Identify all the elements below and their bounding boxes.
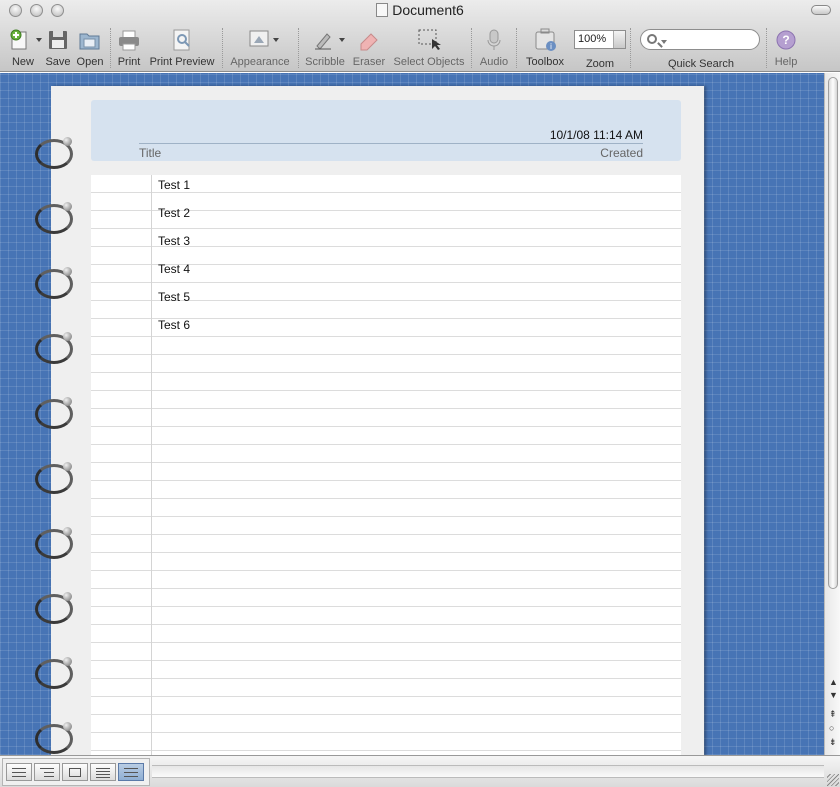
binding-ring bbox=[33, 265, 73, 305]
toolbox-label: Toolbox bbox=[526, 56, 564, 68]
select-objects-label: Select Objects bbox=[393, 56, 465, 68]
note-lines-area[interactable]: Test 1 Test 2 Test 3 Test 4 Test 5 Test … bbox=[91, 175, 681, 755]
window-title: Document6 bbox=[392, 2, 464, 18]
microphone-icon bbox=[476, 26, 512, 54]
binding-ring bbox=[33, 590, 73, 630]
binding-ring bbox=[33, 135, 73, 175]
note-row[interactable]: Test 3 bbox=[158, 234, 190, 248]
appearance-button[interactable]: Appearance bbox=[227, 26, 293, 69]
header-divider bbox=[139, 143, 643, 144]
floppy-disk-icon bbox=[44, 26, 72, 54]
binding-ring bbox=[33, 395, 73, 435]
scroll-down-arrow-icon[interactable]: ▼ bbox=[829, 690, 838, 700]
page-header: 10/1/08 11:14 AM Title Created bbox=[91, 100, 681, 161]
page-down-icon[interactable]: ⇟ bbox=[829, 737, 837, 747]
help-button[interactable]: ? Help bbox=[770, 26, 802, 69]
note-row[interactable]: Test 2 bbox=[158, 206, 190, 220]
window-title-bar: Document6 bbox=[0, 2, 840, 18]
header-created-label: Created bbox=[600, 146, 643, 160]
margin-column-divider bbox=[151, 175, 152, 755]
status-bar bbox=[0, 755, 840, 787]
binding-ring bbox=[33, 655, 73, 695]
new-button[interactable]: New bbox=[8, 26, 42, 69]
eraser-button[interactable]: Eraser bbox=[351, 26, 387, 69]
print-label: Print bbox=[117, 56, 141, 68]
notebook-page: 10/1/08 11:14 AM Title Created Test 1 Te… bbox=[51, 86, 704, 755]
note-row[interactable]: Test 5 bbox=[158, 290, 190, 304]
notebook-background: 10/1/08 11:14 AM Title Created Test 1 Te… bbox=[0, 73, 824, 755]
print-button[interactable]: Print bbox=[114, 26, 144, 69]
document-view-icon[interactable] bbox=[90, 763, 116, 781]
note-row[interactable]: Test 4 bbox=[158, 262, 190, 276]
pen-icon bbox=[302, 26, 348, 54]
new-label: New bbox=[11, 56, 34, 68]
zoom-select[interactable]: 100% bbox=[574, 30, 626, 49]
select-objects-button[interactable]: Select Objects bbox=[390, 26, 468, 69]
svg-text:?: ? bbox=[782, 33, 789, 47]
scroll-up-arrow-icon[interactable]: ▲ bbox=[829, 677, 838, 687]
note-row[interactable]: Test 6 bbox=[158, 318, 190, 332]
resize-grip-icon[interactable] bbox=[827, 774, 839, 786]
print-preview-button[interactable]: Print Preview bbox=[146, 26, 218, 69]
audio-label: Audio bbox=[479, 56, 509, 68]
printer-icon bbox=[114, 26, 144, 54]
eraser-icon bbox=[351, 26, 387, 54]
open-label: Open bbox=[76, 56, 104, 68]
appearance-icon bbox=[227, 26, 293, 54]
search-icon bbox=[647, 34, 657, 44]
outline-view-icon[interactable] bbox=[6, 763, 32, 781]
binding-ring bbox=[33, 525, 73, 565]
open-button[interactable]: Open bbox=[75, 26, 105, 69]
new-document-icon bbox=[8, 26, 42, 54]
quick-search-input[interactable] bbox=[640, 29, 760, 50]
page-select-icon[interactable]: ○ bbox=[829, 723, 834, 733]
indented-view-icon[interactable] bbox=[34, 763, 60, 781]
vertical-scrollbar[interactable]: ▲ ▼ ⇞ ○ ⇟ bbox=[824, 73, 840, 755]
binding-ring bbox=[33, 720, 73, 755]
appearance-label: Appearance bbox=[230, 56, 290, 68]
document-icon bbox=[376, 3, 389, 17]
header-date[interactable]: 10/1/08 11:14 AM bbox=[550, 128, 643, 142]
save-label: Save bbox=[45, 56, 71, 68]
binding-ring bbox=[33, 200, 73, 240]
svg-text:i: i bbox=[550, 42, 552, 51]
eraser-label: Eraser bbox=[352, 56, 386, 68]
horizontal-scrollbar[interactable] bbox=[152, 765, 824, 778]
quick-search-label: Quick Search bbox=[667, 58, 735, 70]
help-label: Help bbox=[774, 56, 798, 68]
save-button[interactable]: Save bbox=[44, 26, 72, 69]
header-title-label: Title bbox=[139, 146, 162, 160]
notebook-view-icon[interactable] bbox=[118, 763, 144, 781]
scrollbar-thumb[interactable] bbox=[828, 77, 838, 589]
layout-view-icon[interactable] bbox=[62, 763, 88, 781]
help-icon: ? bbox=[770, 26, 802, 54]
folder-open-icon bbox=[75, 26, 105, 54]
zoom-value: 100% bbox=[578, 33, 607, 45]
window-toolbar: Document6 New Save Open Print Print Prev… bbox=[0, 0, 840, 72]
zoom-label: Zoom bbox=[585, 58, 615, 70]
note-row[interactable]: Test 1 bbox=[158, 178, 190, 192]
view-mode-switcher bbox=[2, 758, 150, 786]
binding-ring bbox=[33, 330, 73, 370]
toolbox-icon: i bbox=[520, 26, 570, 54]
scribble-label: Scribble bbox=[305, 56, 345, 68]
binding-ring bbox=[33, 460, 73, 500]
select-objects-icon bbox=[390, 26, 468, 54]
print-preview-label: Print Preview bbox=[149, 56, 215, 68]
print-preview-icon bbox=[146, 26, 218, 54]
audio-button[interactable]: Audio bbox=[476, 26, 512, 69]
page-up-icon[interactable]: ⇞ bbox=[829, 709, 837, 719]
toolbox-button[interactable]: i Toolbox bbox=[520, 26, 570, 69]
scribble-button[interactable]: Scribble bbox=[302, 26, 348, 69]
chevron-down-icon[interactable] bbox=[613, 31, 625, 48]
